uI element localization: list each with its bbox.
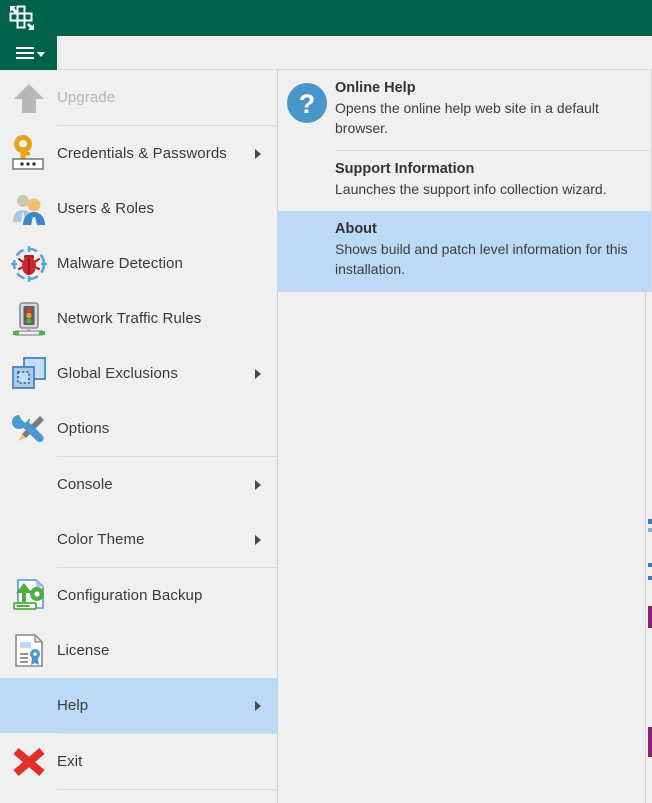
help-submenu: ? Online Help Opens the online help web … (278, 70, 652, 293)
no-icon (278, 161, 335, 199)
menu-item-label: Global Exclusions (57, 365, 178, 382)
chevron-right-icon (255, 700, 261, 711)
menu-item-exit[interactable]: Exit (0, 734, 277, 789)
bug-crosshair-icon (0, 236, 57, 291)
menu-item-label: Exit (57, 753, 83, 770)
menu-item-credentials-passwords[interactable]: Credentials & Passwords (0, 126, 277, 181)
menu-item-label: Color Theme (57, 531, 145, 548)
menu-item-label: Options (57, 420, 110, 437)
chevron-right-icon (255, 148, 261, 159)
submenu-item-title: Support Information (335, 161, 475, 178)
no-icon (0, 512, 57, 567)
no-icon (0, 678, 57, 733)
menu-item-help[interactable]: Help (0, 678, 277, 733)
menu-item-label: Configuration Backup (57, 587, 203, 604)
menu-item-global-exclusions[interactable]: Global Exclusions (0, 346, 277, 401)
background-artifact (648, 519, 652, 524)
users-icon (0, 181, 57, 236)
submenu-item-description: Opens the online help web site in a defa… (335, 100, 599, 137)
no-icon (278, 221, 335, 279)
no-icon (0, 457, 57, 512)
menu-item-console[interactable]: Console (0, 457, 277, 512)
chevron-right-icon (255, 534, 261, 545)
config-backup-icon (0, 568, 57, 623)
red-x-icon (0, 734, 57, 789)
caret-down-icon (37, 52, 45, 57)
main-menu-dropdown: Upgrade Credentials & Passwords Users & … (0, 70, 278, 803)
license-document-icon (0, 623, 57, 678)
menu-item-label: Users & Roles (57, 200, 155, 217)
menu-item-label: Credentials & Passwords (57, 145, 227, 162)
background-artifact (648, 563, 652, 567)
menu-item-label: License (57, 642, 110, 659)
background-artifact (648, 576, 652, 580)
menu-item-color-theme[interactable]: Color Theme (0, 512, 277, 567)
menu-item-license[interactable]: License (0, 623, 277, 678)
menu-item-options[interactable]: Options (0, 401, 277, 456)
background-artifact (648, 528, 652, 532)
traffic-light-icon (0, 291, 57, 346)
chevron-right-icon (255, 479, 261, 490)
menu-separator (57, 789, 277, 790)
veeam-logo-icon (7, 3, 37, 33)
menu-item-label: Network Traffic Rules (57, 310, 202, 327)
submenu-item-support-information[interactable]: Support Information Launches the support… (278, 151, 651, 211)
submenu-item-online-help[interactable]: ? Online Help Opens the online help web … (278, 70, 651, 150)
menu-item-label: Console (57, 476, 113, 493)
menu-item-label: Upgrade (57, 89, 116, 106)
menu-item-users-roles[interactable]: Users & Roles (0, 181, 277, 236)
title-bar (0, 0, 652, 36)
submenu-item-title: Online Help (335, 80, 416, 96)
submenu-item-description: Launches the support info collection wiz… (335, 181, 607, 198)
toolbar (0, 36, 652, 70)
main-menu-button[interactable] (0, 36, 57, 70)
menu-item-label: Malware Detection (57, 255, 183, 272)
key-password-icon (0, 126, 57, 181)
menu-item-malware-detection[interactable]: Malware Detection (0, 236, 277, 291)
submenu-item-title: About (335, 221, 377, 238)
background-artifact (648, 606, 652, 628)
submenu-item-description: Shows build and patch level information … (335, 241, 628, 278)
menu-item-network-traffic-rules[interactable]: Network Traffic Rules (0, 291, 277, 346)
wrench-screwdriver-icon (0, 401, 57, 456)
menu-item-upgrade: Upgrade (0, 70, 277, 125)
submenu-item-about[interactable]: About Shows build and patch level inform… (278, 211, 651, 292)
background-artifact (648, 727, 652, 757)
chevron-right-icon (255, 368, 261, 379)
hamburger-menu-icon (16, 47, 34, 60)
exclusion-squares-icon (0, 346, 57, 401)
toolbar-content-area (58, 36, 652, 69)
up-arrow-icon (0, 70, 57, 125)
svg-text:?: ? (298, 89, 315, 119)
question-mark-circle-icon: ? (278, 80, 335, 138)
menu-item-configuration-backup[interactable]: Configuration Backup (0, 568, 277, 623)
menu-item-label: Help (57, 697, 89, 714)
